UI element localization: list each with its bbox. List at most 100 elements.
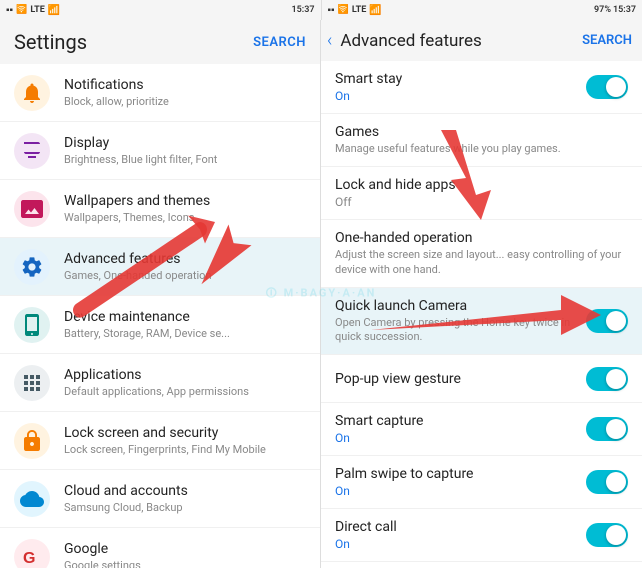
feature-one-handed[interactable]: One-handed operation Adjust the screen s… bbox=[321, 220, 642, 288]
left-status-right: 15:37 bbox=[291, 5, 314, 15]
right-panel-header: ‹ Advanced features SEARCH bbox=[321, 20, 642, 61]
display-subtitle: Brightness, Blue light filter, Font bbox=[64, 153, 306, 166]
advanced-search-button[interactable]: SEARCH bbox=[582, 33, 632, 48]
svg-text:G: G bbox=[23, 550, 35, 567]
status-bars: ▪▪ 🛜 LTE 📶 15:37 ▪▪ 🛜 LTE 📶 97% 15:37 bbox=[0, 0, 642, 20]
games-subtitle: Manage useful features while you play ga… bbox=[335, 142, 628, 156]
smart-stay-toggle[interactable] bbox=[586, 75, 628, 99]
sidebar-item-google[interactable]: G Google Google settings bbox=[0, 528, 320, 568]
wallpapers-subtitle: Wallpapers, Themes, Icons bbox=[64, 211, 306, 224]
cloud-icon bbox=[14, 481, 50, 517]
google-icon: G bbox=[14, 539, 50, 568]
applications-title: Applications bbox=[64, 367, 306, 383]
advanced-title: Advanced features bbox=[64, 251, 306, 267]
sidebar-item-advanced[interactable]: Advanced features Games, One-handed oper… bbox=[0, 238, 320, 296]
feature-popup-view[interactable]: Pop-up view gesture bbox=[321, 355, 642, 403]
palm-swipe-status: On bbox=[335, 484, 578, 498]
right-status-icons: ▪▪ 🛜 LTE 📶 bbox=[328, 5, 382, 16]
google-title: Google bbox=[64, 541, 306, 557]
device-text: Device maintenance Battery, Storage, RAM… bbox=[64, 309, 306, 340]
right-status-bar: ▪▪ 🛜 LTE 📶 97% 15:37 bbox=[321, 0, 642, 20]
wallpapers-title: Wallpapers and themes bbox=[64, 193, 306, 209]
back-arrow-icon[interactable]: ‹ bbox=[327, 30, 332, 51]
sidebar-item-device[interactable]: Device maintenance Battery, Storage, RAM… bbox=[0, 296, 320, 354]
feature-palm-swipe[interactable]: Palm swipe to capture On bbox=[321, 456, 642, 509]
display-text: Display Brightness, Blue light filter, F… bbox=[64, 135, 306, 166]
lock-hide-status: Off bbox=[335, 195, 628, 209]
smart-stay-status: On bbox=[335, 89, 578, 103]
advanced-subtitle: Games, One-handed operation bbox=[64, 269, 306, 282]
applications-subtitle: Default applications, App permissions bbox=[64, 385, 306, 398]
smart-capture-status: On bbox=[335, 431, 578, 445]
quick-camera-content: Quick launch Camera Open Camera by press… bbox=[335, 298, 578, 345]
one-handed-subtitle: Adjust the screen size and layout... eas… bbox=[335, 248, 628, 277]
sidebar-item-lockscreen[interactable]: Lock screen and security Lock screen, Fi… bbox=[0, 412, 320, 470]
feature-lock-hide[interactable]: Lock and hide apps Off bbox=[321, 167, 642, 220]
settings-search-button[interactable]: SEARCH bbox=[253, 35, 306, 50]
direct-call-status: On bbox=[335, 537, 578, 551]
palm-swipe-toggle[interactable] bbox=[586, 470, 628, 494]
notifications-icon bbox=[14, 75, 50, 111]
feature-games[interactable]: Games Manage useful features while you p… bbox=[321, 114, 642, 167]
notifications-text: Notifications Block, allow, prioritize bbox=[64, 77, 306, 108]
palm-swipe-title: Palm swipe to capture bbox=[335, 466, 578, 482]
smart-stay-title: Smart stay bbox=[335, 71, 578, 87]
toggle-knob bbox=[606, 77, 626, 97]
sidebar-item-wallpapers[interactable]: Wallpapers and themes Wallpapers, Themes… bbox=[0, 180, 320, 238]
popup-view-content: Pop-up view gesture bbox=[335, 371, 578, 387]
games-content: Games Manage useful features while you p… bbox=[335, 124, 628, 156]
advanced-features-title: Advanced features bbox=[340, 31, 582, 51]
feature-quick-camera[interactable]: Quick launch Camera Open Camera by press… bbox=[321, 288, 642, 356]
feature-smart-capture[interactable]: Smart capture On bbox=[321, 403, 642, 456]
lockscreen-subtitle: Lock screen, Fingerprints, Find My Mobil… bbox=[64, 443, 306, 456]
panels-wrapper: Settings SEARCH Notifications Block, all… bbox=[0, 20, 642, 568]
advanced-text: Advanced features Games, One-handed oper… bbox=[64, 251, 306, 282]
lockscreen-text: Lock screen and security Lock screen, Fi… bbox=[64, 425, 306, 456]
cloud-subtitle: Samsung Cloud, Backup bbox=[64, 501, 306, 514]
battery-icon: 97% bbox=[594, 5, 611, 15]
signal-bars2: 📶 bbox=[369, 5, 381, 16]
palm-swipe-content: Palm swipe to capture On bbox=[335, 466, 578, 498]
sidebar-item-applications[interactable]: Applications Default applications, App p… bbox=[0, 354, 320, 412]
left-time: 15:37 bbox=[291, 5, 314, 15]
display-icon bbox=[14, 133, 50, 169]
sidebar-item-display[interactable]: Display Brightness, Blue light filter, F… bbox=[0, 122, 320, 180]
advanced-icon bbox=[14, 249, 50, 285]
lock-hide-title: Lock and hide apps bbox=[335, 177, 628, 193]
features-list: Smart stay On Games Manage useful featur… bbox=[321, 61, 642, 568]
sidebar-item-notifications[interactable]: Notifications Block, allow, prioritize bbox=[0, 64, 320, 122]
device-title: Device maintenance bbox=[64, 309, 306, 325]
left-panel: Settings SEARCH Notifications Block, all… bbox=[0, 20, 321, 568]
quick-camera-toggle[interactable] bbox=[586, 309, 628, 333]
signal-icon: ▪▪ bbox=[6, 5, 13, 16]
popup-view-title: Pop-up view gesture bbox=[335, 371, 578, 387]
feature-smart-stay[interactable]: Smart stay On bbox=[321, 61, 642, 114]
display-title: Display bbox=[64, 135, 306, 151]
left-panel-header: Settings SEARCH bbox=[0, 20, 320, 64]
wallpapers-text: Wallpapers and themes Wallpapers, Themes… bbox=[64, 193, 306, 224]
lock-hide-content: Lock and hide apps Off bbox=[335, 177, 628, 209]
lockscreen-title: Lock screen and security bbox=[64, 425, 306, 441]
direct-call-toggle[interactable] bbox=[586, 523, 628, 547]
popup-view-toggle[interactable] bbox=[586, 367, 628, 391]
signal-icon2: ▪▪ bbox=[328, 5, 335, 16]
lte-badge: LTE bbox=[30, 5, 45, 15]
lte-badge2: LTE bbox=[352, 5, 367, 15]
google-text: Google Google settings bbox=[64, 541, 306, 568]
smart-stay-content: Smart stay On bbox=[335, 71, 578, 103]
left-status-bar: ▪▪ 🛜 LTE 📶 15:37 bbox=[0, 0, 321, 20]
smart-capture-toggle[interactable] bbox=[586, 417, 628, 441]
direct-call-title: Direct call bbox=[335, 519, 578, 535]
quick-camera-title: Quick launch Camera bbox=[335, 298, 578, 314]
settings-list: Notifications Block, allow, prioritize D… bbox=[0, 64, 320, 568]
sidebar-item-cloud[interactable]: Cloud and accounts Samsung Cloud, Backup bbox=[0, 470, 320, 528]
wifi-icon2: 🛜 bbox=[338, 5, 349, 15]
applications-icon bbox=[14, 365, 50, 401]
feature-direct-call[interactable]: Direct call On bbox=[321, 509, 642, 562]
games-title: Games bbox=[335, 124, 628, 140]
notifications-subtitle: Block, allow, prioritize bbox=[64, 95, 306, 108]
wifi-icon: 🛜 bbox=[16, 5, 27, 15]
applications-text: Applications Default applications, App p… bbox=[64, 367, 306, 398]
toggle-knob bbox=[606, 472, 626, 492]
lockscreen-icon bbox=[14, 423, 50, 459]
